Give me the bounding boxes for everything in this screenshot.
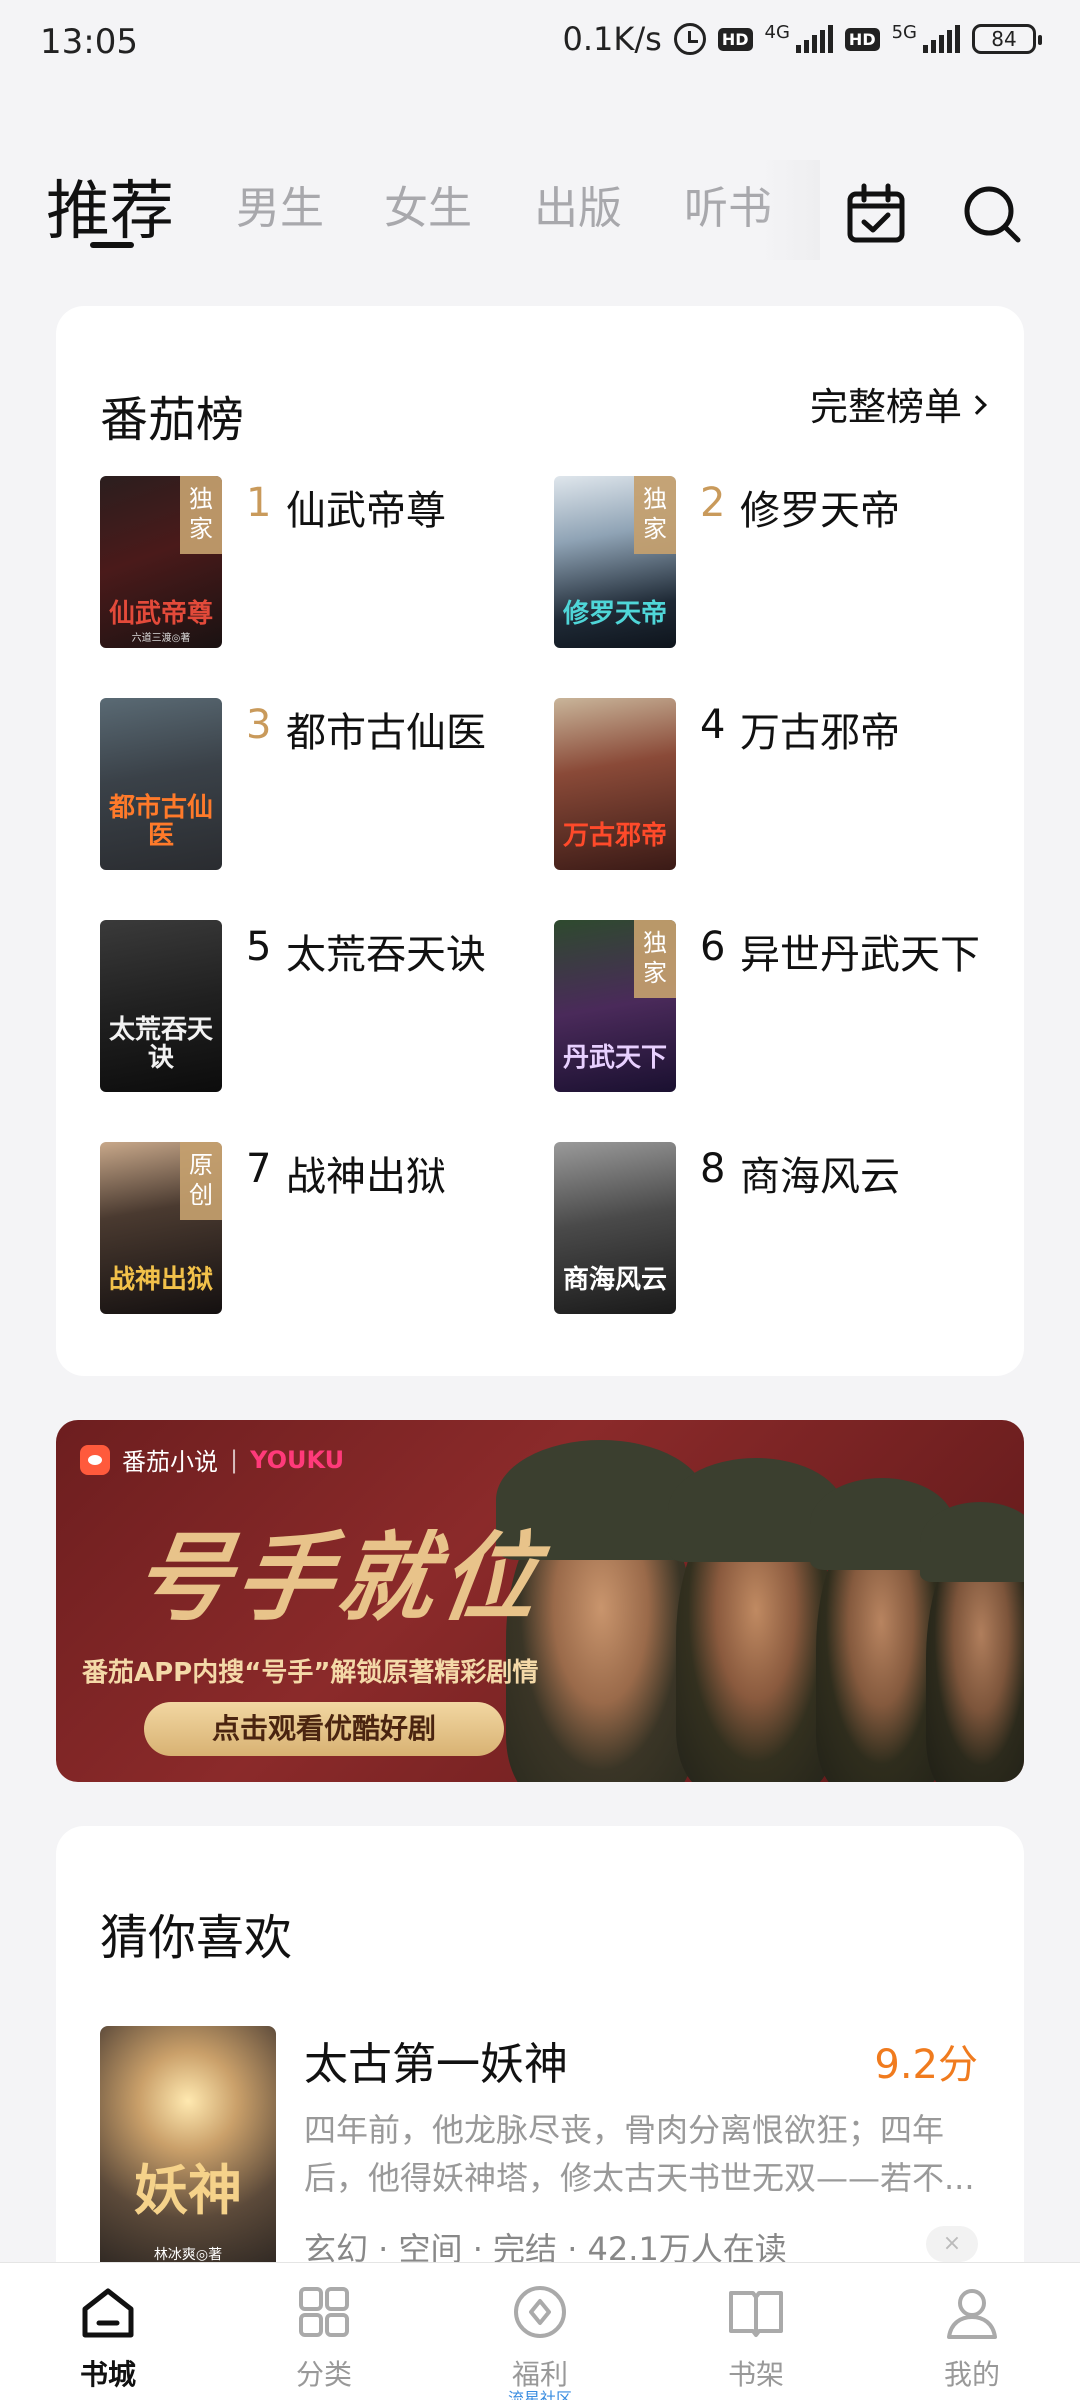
exclusive-badge: 独家 bbox=[180, 476, 222, 554]
banner-logo: 番茄小说 | YOUKU bbox=[80, 1442, 344, 1477]
dismiss-button[interactable]: × bbox=[926, 2226, 978, 2262]
active-tab-indicator bbox=[90, 242, 134, 248]
recommend-title: 猜你喜欢 bbox=[100, 1910, 293, 1966]
chevron-right-icon bbox=[967, 394, 987, 415]
exclusive-badge: 独家 bbox=[634, 476, 676, 554]
ranking-title: 番茄榜 bbox=[100, 392, 245, 448]
bottom-nav: 书城 分类 福利 流星社区 书架 我的 bbox=[0, 2262, 1080, 2400]
nav-category[interactable]: 分类 bbox=[216, 2263, 432, 2400]
book-score: 9.2分 bbox=[874, 2042, 978, 2088]
rank-item[interactable]: 太荒吞天诀 5 太荒吞天诀 bbox=[100, 920, 540, 1092]
network-type: 4G bbox=[764, 21, 790, 43]
youku-logo: YOUKU bbox=[250, 1445, 345, 1474]
book-cover: 都市古仙医 bbox=[100, 698, 222, 870]
tab-male[interactable]: 男生 bbox=[236, 172, 324, 236]
rank-number: 6 bbox=[700, 924, 726, 970]
tab-fade bbox=[760, 160, 820, 260]
rank-item[interactable]: 丹武天下 独家 6 异世丹武天下 bbox=[554, 920, 994, 1092]
network-type: 5G bbox=[891, 21, 917, 43]
tab-audiobook[interactable]: 听书 bbox=[684, 172, 772, 236]
banner-title: 号手就位 bbox=[126, 1521, 551, 1634]
book-title: 太荒吞天诀 bbox=[286, 932, 486, 978]
book-cover: 仙武帝尊 六道三渡◎著 独家 bbox=[100, 476, 222, 648]
rank-number: 7 bbox=[246, 1146, 272, 1192]
rank-item[interactable]: 仙武帝尊 六道三渡◎著 独家 1 仙武帝尊 bbox=[100, 476, 540, 648]
rank-item[interactable]: 万古邪帝 4 万古邪帝 bbox=[554, 698, 994, 870]
promo-banner[interactable]: 番茄小说 | YOUKU 号手就位 番茄APP内搜“号手”解锁原著精彩剧情 点击… bbox=[56, 1420, 1024, 1782]
battery-icon: 84 bbox=[972, 24, 1042, 54]
rank-item[interactable]: 商海风云 8 商海风云 bbox=[554, 1142, 994, 1314]
original-badge: 原创 bbox=[180, 1142, 222, 1220]
home-icon bbox=[82, 2288, 134, 2338]
search-icon[interactable] bbox=[960, 182, 1024, 246]
status-icons: 0.1K/s HD 4G HD 5G 84 bbox=[562, 20, 1042, 58]
book-title: 万古邪帝 bbox=[740, 710, 900, 756]
status-time: 13:05 bbox=[40, 22, 138, 62]
book-description: 四年前，他龙脉尽丧，骨肉分离恨欲狂；四年后，他得妖神塔，修太古天书世无双——若不… bbox=[304, 2111, 975, 2197]
rank-item[interactable]: 都市古仙医 3 都市古仙医 bbox=[100, 698, 540, 870]
full-ranking-label: 完整榜单 bbox=[809, 385, 962, 429]
book-cover: 修罗天帝 独家 bbox=[554, 476, 676, 648]
book-title: 仙武帝尊 bbox=[286, 488, 446, 534]
watch-button[interactable]: 点击观看优酷好剧 bbox=[144, 1702, 504, 1756]
rank-number: 8 bbox=[700, 1146, 726, 1192]
book-cover: 万古邪帝 bbox=[554, 698, 676, 870]
grid-icon bbox=[299, 2287, 349, 2337]
user-icon bbox=[947, 2289, 997, 2339]
book-cover: 商海风云 bbox=[554, 1142, 676, 1314]
signal-icon bbox=[795, 25, 833, 53]
ranking-card: 番茄榜 完整榜单 仙武帝尊 六道三渡◎著 独家 1 仙武帝尊 修罗天帝 独家 2… bbox=[56, 306, 1024, 1376]
alarm-icon bbox=[673, 23, 706, 55]
tab-recommend[interactable]: 推荐 bbox=[46, 160, 174, 252]
book-title: 修罗天帝 bbox=[740, 488, 900, 534]
tab-publish[interactable]: 出版 bbox=[534, 172, 622, 236]
full-ranking-link[interactable]: 完整榜单 bbox=[809, 376, 987, 431]
nav-profile[interactable]: 我的 bbox=[864, 2263, 1080, 2400]
coin-icon bbox=[514, 2286, 566, 2338]
book-title: 异世丹武天下 bbox=[740, 932, 980, 978]
signal-icon bbox=[923, 25, 960, 53]
book-cover: 战神出狱 原创 bbox=[100, 1142, 222, 1314]
book-cover: 太荒吞天诀 bbox=[100, 920, 222, 1092]
tomato-logo-icon bbox=[80, 1444, 110, 1475]
rank-number: 5 bbox=[246, 924, 272, 970]
book-title: 商海风云 bbox=[740, 1154, 900, 1200]
rank-number: 3 bbox=[246, 702, 272, 748]
book-cover[interactable]: 妖神 林冰爽◎著 bbox=[100, 2026, 276, 2276]
nav-bookstore[interactable]: 书城 bbox=[0, 2263, 216, 2400]
book-title: 战神出狱 bbox=[286, 1154, 446, 1200]
book-cover: 丹武天下 独家 bbox=[554, 920, 676, 1092]
hd-badge: HD bbox=[844, 27, 880, 51]
rank-item[interactable]: 战神出狱 原创 7 战神出狱 bbox=[100, 1142, 540, 1314]
nav-welfare[interactable]: 福利 流星社区 bbox=[432, 2263, 648, 2400]
banner-subtitle: 番茄APP内搜“号手”解锁原著精彩剧情 bbox=[82, 1658, 539, 1688]
tab-female[interactable]: 女生 bbox=[384, 172, 472, 236]
rank-number: 2 bbox=[700, 480, 726, 526]
nav-bookshelf[interactable]: 书架 bbox=[648, 2263, 864, 2400]
app-name: 番茄小说 bbox=[122, 1448, 218, 1476]
top-tab-bar: 推荐 男生 女生 出版 听书 bbox=[0, 150, 1080, 270]
book-icon bbox=[729, 2291, 783, 2337]
rank-number: 1 bbox=[246, 480, 272, 526]
exclusive-badge: 独家 bbox=[634, 920, 676, 998]
rank-item[interactable]: 修罗天帝 独家 2 修罗天帝 bbox=[554, 476, 994, 648]
rank-number: 4 bbox=[700, 702, 726, 748]
book-title[interactable]: 太古第一妖神 bbox=[304, 2028, 568, 2092]
hd-badge: HD bbox=[717, 27, 753, 51]
calendar-check-icon[interactable] bbox=[844, 182, 908, 246]
net-speed: 0.1K/s bbox=[562, 20, 662, 58]
book-title: 都市古仙医 bbox=[286, 710, 486, 756]
status-bar: 13:05 0.1K/s HD 4G HD 5G 84 bbox=[0, 0, 1080, 90]
